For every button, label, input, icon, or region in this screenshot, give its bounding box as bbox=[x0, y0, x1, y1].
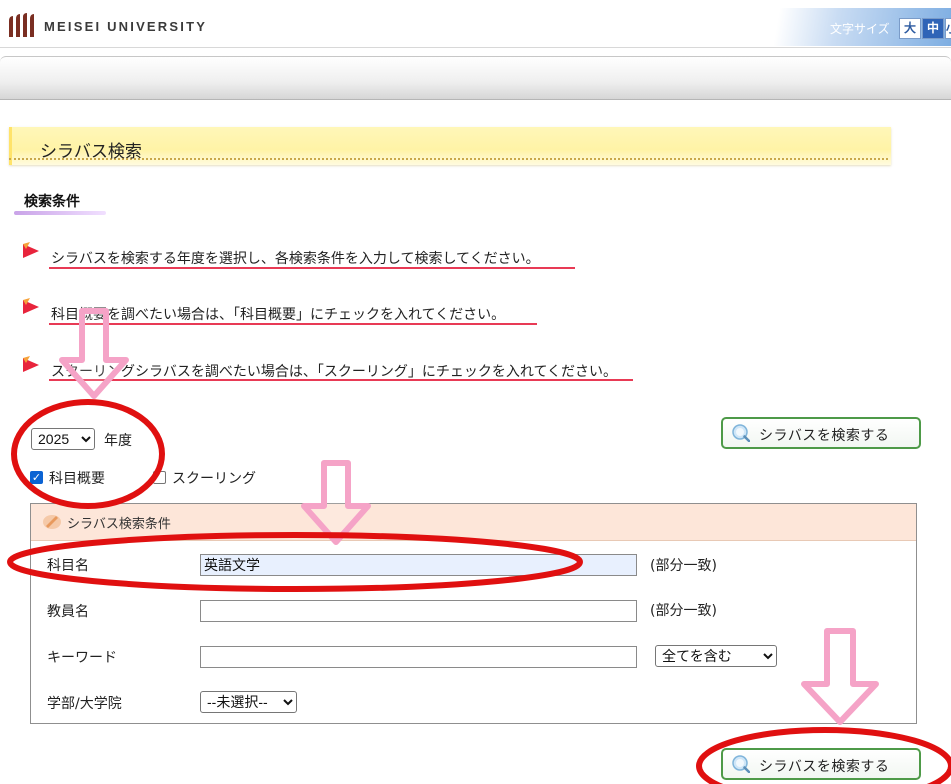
university-logo-icon[interactable] bbox=[7, 13, 37, 39]
teacher-name-label: 教員名 bbox=[47, 604, 89, 620]
teacher-hint: (部分一致) bbox=[650, 603, 717, 619]
font-size-small-button[interactable]: 小 bbox=[945, 18, 951, 39]
section-underline bbox=[14, 211, 106, 215]
keyword-input[interactable] bbox=[200, 646, 637, 668]
note-bullet-icon bbox=[23, 242, 39, 258]
font-size-large-button[interactable]: 大 bbox=[899, 18, 921, 39]
note-bullet-icon bbox=[23, 298, 39, 314]
subject-hint: (部分一致) bbox=[650, 558, 717, 574]
keyword-label: キーワード bbox=[47, 650, 117, 666]
keyword-mode-select[interactable]: 全てを含む bbox=[655, 645, 777, 667]
search-button-label: シラバスを検索する bbox=[759, 428, 890, 444]
note-bullet-icon bbox=[23, 356, 39, 372]
pencil-icon bbox=[43, 515, 61, 529]
note-underline bbox=[49, 379, 633, 381]
faculty-label: 学部/大学院 bbox=[47, 696, 122, 712]
page-title: シラバス検索 bbox=[40, 142, 142, 162]
magnifier-icon bbox=[732, 424, 750, 442]
global-menu-bar bbox=[0, 56, 951, 100]
font-size-label: 文字サイズ bbox=[830, 22, 890, 36]
annotation-circle-icon bbox=[11, 399, 165, 509]
annotation-circle-icon bbox=[7, 532, 583, 592]
section-heading: 検索条件 bbox=[24, 194, 80, 210]
university-name[interactable]: MEISEI UNIVERSITY bbox=[44, 19, 207, 34]
font-size-medium-button[interactable]: 中 bbox=[922, 18, 944, 39]
note-text: シラバスを検索する年度を選択し、各検索条件を入力して検索してください。 bbox=[51, 251, 540, 267]
schooling-checkbox-label[interactable]: スクーリング bbox=[172, 468, 256, 488]
annotation-arrow-icon bbox=[801, 628, 879, 725]
teacher-name-input[interactable] bbox=[200, 600, 637, 622]
search-syllabus-button[interactable]: シラバスを検索する bbox=[721, 417, 921, 449]
annotation-circle-icon bbox=[696, 727, 951, 784]
note-text: スクーリングシラバスを調べたい場合は、「スクーリング」にチェックを入れてください… bbox=[51, 364, 618, 380]
annotation-arrow-icon bbox=[59, 308, 129, 399]
faculty-select[interactable]: --未選択-- bbox=[200, 691, 297, 713]
note-underline bbox=[49, 267, 575, 269]
